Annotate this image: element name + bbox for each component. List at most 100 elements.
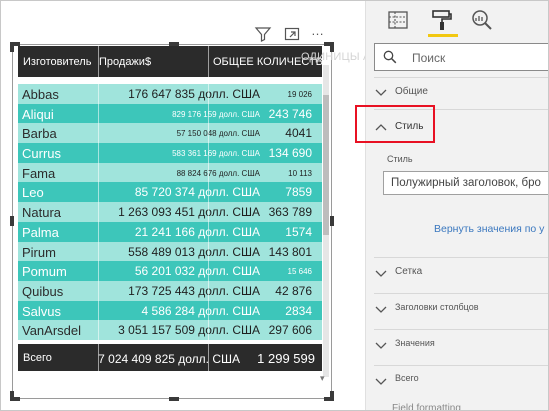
format-pane: Поиск Общие Стиль Сетка Заголовки столбц… [365,1,548,410]
resize-handle[interactable] [330,216,334,226]
row-manufacturer: Salvus [22,303,62,319]
table-row[interactable]: Aliqui 829 176 159 долл. США 243 746 [18,103,322,124]
resize-handle[interactable] [10,216,14,226]
row-sales: 4 586 284 долл. США [141,303,260,318]
table-body: Abbas 176 647 835 долл. США 19 026 Aliqui 82… [18,84,322,340]
column-divider [208,46,209,396]
row-sales: 558 489 013 долл. США [128,244,260,259]
style-dropdown[interactable]: Полужирный заголовок, бро [383,171,548,195]
row-sales: 176 647 835 долл. США [128,87,260,101]
matrix-table: Изготовитель Продажи$ ОБЩЕЕ КОЛИЧЕСТВО A… [18,46,331,371]
row-quantity: 134 690 [268,146,312,161]
row-quantity: 19 026 [287,90,312,99]
chevron-down-icon [375,342,387,349]
table-row[interactable]: VanArsdel 3 051 157 509 долл. США 297 606 [18,320,322,340]
row-manufacturer: Barba [22,126,57,142]
total-label: Всего [23,351,52,364]
row-sales: 88 824 676 долл. США [176,168,260,178]
row-manufacturer: Abbas [22,87,59,102]
resize-handle[interactable] [10,42,14,52]
format-paint-roller-icon[interactable] [429,8,453,32]
section-column-headers-label: Заголовки столбцов [395,302,479,312]
header-spacer [18,77,322,84]
scroll-down-icon[interactable]: ▾ [320,373,325,384]
row-quantity: 10 113 [288,168,312,178]
row-sales: 85 720 374 долл. США [134,185,260,200]
row-manufacturer: Quibus [22,283,64,299]
section-values-label: Значения [395,338,435,348]
section-column-headers[interactable]: Заголовки столбцов [374,293,548,323]
row-quantity: 1574 [285,224,312,239]
row-manufacturer: Currus [22,146,62,162]
chevron-down-icon [375,378,387,385]
pane-tabs [366,1,548,41]
chevron-down-icon [375,306,387,313]
chevron-down-icon [375,89,387,96]
row-manufacturer: Pirum [22,244,56,260]
row-manufacturer: Fama [22,165,56,181]
search-placeholder: Поиск [412,51,446,65]
table-row[interactable]: Palma 21 241 166 долл. США 1574 [18,221,322,242]
resize-handle[interactable] [169,397,179,401]
style-property-label: Стиль [387,154,413,164]
section-general-label: Общие [395,86,428,97]
table-row[interactable]: Natura 1 263 093 451 долл. США 363 789 [18,202,322,222]
row-manufacturer: Pomum [22,264,67,280]
section-values[interactable]: Значения [374,329,548,359]
table-row[interactable]: Abbas 176 647 835 долл. США 19 026 [18,84,322,104]
section-total[interactable]: Всего [374,365,548,395]
table-row[interactable]: Salvus 4 586 284 долл. США 2834 [18,300,322,321]
more-options-icon[interactable]: … [311,23,329,41]
row-quantity: 143 801 [268,244,312,259]
row-quantity: 243 746 [268,106,312,121]
column-header-manufacturer[interactable]: Изготовитель [23,56,91,68]
table-header: Изготовитель Продажи$ ОБЩЕЕ КОЛИЧЕСТВО [18,46,331,77]
analytics-magnifier-icon[interactable] [470,8,494,32]
total-sales: 7 024 409 825 долл. США [98,351,240,366]
row-manufacturer: Leo [22,185,44,201]
table-row[interactable]: Leo 85 720 374 долл. США 7859 [18,182,322,203]
pane-bottom-cut-text: Field formatting [392,403,461,411]
row-quantity: 363 789 [268,205,312,220]
table-row[interactable]: Currus 583 361 169 долл. США 134 690 [18,143,322,163]
table-row[interactable]: Quibus 173 725 443 долл. США 42 876 [18,280,322,301]
row-quantity: 2834 [285,303,312,318]
pane-search-input[interactable]: Поиск [374,43,548,71]
section-grid-label: Сетка [395,266,423,277]
revert-to-default-link[interactable]: Вернуть значения по у [434,223,544,235]
table-row[interactable]: Fama 88 824 676 долл. США 10 113 [18,162,322,183]
style-section-highlight-box [355,105,435,143]
fields-tab-icon[interactable] [386,8,410,32]
row-sales: 829 176 159 долл. США [172,109,260,119]
style-dropdown-value: Полужирный заголовок, бро [391,177,541,189]
scroll-thumb[interactable] [323,95,329,235]
filter-icon[interactable] [254,25,272,43]
row-manufacturer: Aliqui [22,106,54,122]
section-total-label: Всего [395,373,419,383]
row-manufacturer: Natura [22,205,62,221]
row-sales: 56 201 032 долл. США [134,264,260,279]
row-sales: 57 150 048 долл. США [176,129,260,139]
resize-handle[interactable] [10,391,14,401]
column-header-sales[interactable]: Продажи$ [99,56,151,68]
row-sales: 583 361 169 долл. США [172,149,260,159]
table-row[interactable]: Barba 57 150 048 долл. США 4041 [18,123,322,144]
table-scrollbar[interactable] [323,65,329,377]
row-quantity: 15 646 [287,267,312,277]
resize-handle[interactable] [330,391,334,401]
section-grid[interactable]: Сетка [374,257,548,287]
section-general[interactable]: Общие [374,77,548,107]
search-icon [383,50,397,64]
row-sales: 173 725 443 долл. США [128,283,260,298]
report-window: … Изготовитель Продажи$ ОБЩЕЕ КОЛИЧЕСТВО… [0,0,549,411]
row-quantity: 297 606 [268,323,312,338]
table-row[interactable]: Pirum 558 489 013 долл. США 143 801 [18,241,322,262]
active-tab-underline [428,34,458,37]
table-row[interactable]: Pomum 56 201 032 долл. США 15 646 [18,261,322,281]
total-row: Всего 7 024 409 825 долл. США 1 299 599 [18,343,322,371]
focus-mode-icon[interactable] [283,25,301,43]
row-sales: 21 241 166 долл. США [134,224,260,239]
row-quantity: 4041 [285,126,312,141]
row-manufacturer: Palma [22,224,59,240]
row-manufacturer: VanArsdel [22,323,82,339]
